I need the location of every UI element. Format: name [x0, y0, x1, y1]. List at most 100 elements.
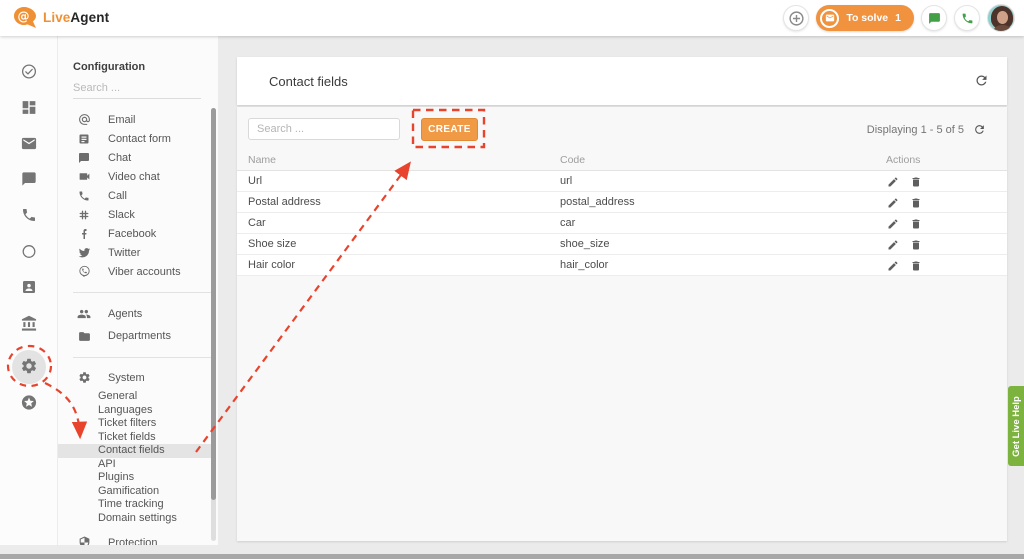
edit-icon[interactable]	[887, 239, 899, 251]
settings-gear-icon[interactable]	[20, 357, 38, 375]
sidebar-item-email[interactable]: Email	[58, 110, 218, 129]
page-header-card: Contact fields	[237, 57, 1007, 105]
refresh-icon[interactable]	[973, 123, 986, 136]
cell-name: Car	[248, 213, 266, 234]
dashboard-icon[interactable]	[20, 99, 37, 116]
ring-icon[interactable]	[20, 243, 37, 260]
sidebar-item-protection[interactable]: Protection	[58, 533, 218, 545]
folder-icon	[77, 330, 91, 343]
table-body: Url url Postal address postal_address Ca…	[237, 171, 1007, 276]
displaying-status: Displaying 1 - 5 of 5	[867, 123, 986, 136]
sidebar-item-facebook[interactable]: Facebook	[58, 224, 218, 243]
page-title: Contact fields	[269, 57, 348, 105]
sidebar-item-contact-fields[interactable]: Contact fields	[58, 444, 213, 458]
mail-icon[interactable]	[20, 135, 37, 152]
sidebar-divider	[73, 292, 212, 293]
sidebar-item-contact-form[interactable]: Contact form	[58, 129, 218, 148]
displaying-text: Displaying 1 - 5 of 5	[867, 124, 964, 136]
viber-icon	[77, 265, 91, 278]
sidebar-item-system[interactable]: System	[58, 368, 218, 387]
sidebar-item-agents[interactable]: Agents	[58, 303, 218, 325]
to-solve-count: 1	[895, 12, 901, 24]
sidebar-search-input[interactable]	[73, 80, 201, 99]
edit-icon[interactable]	[887, 197, 899, 209]
system-submenu: General Languages Ticket filters Ticket …	[58, 390, 218, 525]
twitter-icon	[77, 246, 91, 259]
cell-name: Hair color	[248, 255, 295, 276]
delete-icon[interactable]	[910, 239, 922, 251]
user-avatar[interactable]	[987, 4, 1015, 32]
to-solve-label: To solve	[846, 12, 888, 24]
check-circle-icon[interactable]	[20, 63, 37, 80]
sidebar-title: Configuration	[73, 61, 145, 73]
chat-button[interactable]	[921, 5, 947, 31]
chat-bubble-icon	[77, 152, 91, 164]
sidebar-item-label: Video chat	[108, 171, 160, 183]
add-button[interactable]	[783, 5, 809, 31]
sidebar-item-label: Twitter	[108, 247, 140, 259]
sidebar-item-label: Call	[108, 190, 127, 202]
liveagent-app: @ LiveAgent To solve 1	[0, 0, 1024, 559]
create-button[interactable]: CREATE	[421, 118, 478, 141]
sidebar-item-label: Email	[108, 114, 136, 126]
delete-icon[interactable]	[910, 218, 922, 230]
delete-icon[interactable]	[910, 176, 922, 188]
sidebar-item-call[interactable]: Call	[58, 186, 218, 205]
table-search-input[interactable]	[248, 118, 400, 140]
shield-icon	[77, 536, 91, 545]
cell-name: Url	[248, 171, 262, 192]
sidebar-item-label: Facebook	[108, 228, 156, 240]
sidebar-item-general[interactable]: General	[58, 390, 218, 404]
to-solve-button[interactable]: To solve 1	[816, 5, 914, 31]
table-row: Hair color hair_color	[237, 255, 1007, 276]
delete-icon[interactable]	[910, 197, 922, 209]
sidebar-item-chat[interactable]: Chat	[58, 148, 218, 167]
sidebar-item-api[interactable]: API	[58, 458, 218, 472]
sidebar-item-gamification[interactable]: Gamification	[58, 485, 218, 499]
chat-bubble-icon[interactable]	[21, 171, 37, 187]
sidebar-item-plugins[interactable]: Plugins	[58, 471, 218, 485]
bank-icon[interactable]	[20, 315, 37, 332]
sidebar-item-twitter[interactable]: Twitter	[58, 243, 218, 262]
slack-icon	[77, 209, 91, 221]
phone-button[interactable]	[954, 5, 980, 31]
agents-icon	[77, 307, 91, 321]
liveagent-logo[interactable]: @ LiveAgent	[13, 6, 109, 29]
cell-code: hair_color	[560, 255, 608, 276]
gear-icon	[77, 371, 91, 384]
cell-name: Shoe size	[248, 234, 296, 255]
configuration-sidebar: Configuration Email Contact form Chat Vi…	[57, 36, 218, 545]
delete-icon[interactable]	[910, 260, 922, 272]
edit-icon[interactable]	[887, 176, 899, 188]
phone-icon	[77, 190, 91, 202]
sidebar-item-viber[interactable]: Viber accounts	[58, 262, 218, 281]
edit-icon[interactable]	[887, 260, 899, 272]
phone-rail-icon[interactable]	[21, 207, 37, 223]
table-header: Name Code Actions	[237, 150, 1007, 171]
contact-card-icon[interactable]	[21, 279, 37, 295]
sidebar-item-label: Chat	[108, 152, 131, 164]
refresh-icon[interactable]	[974, 73, 989, 88]
avatar-body	[994, 25, 1011, 32]
sidebar-item-ticket-fields[interactable]: Ticket fields	[58, 431, 218, 445]
sidebar-item-label: Viber accounts	[108, 266, 181, 278]
logo-text: LiveAgent	[43, 10, 109, 25]
get-live-help-tab[interactable]: Get Live Help	[1008, 386, 1024, 466]
column-header-name: Name	[248, 150, 276, 171]
sidebar-item-ticket-filters[interactable]: Ticket filters	[58, 417, 218, 431]
edit-icon[interactable]	[887, 218, 899, 230]
sidebar-item-time-tracking[interactable]: Time tracking	[58, 498, 218, 512]
sidebar-scrollbar-thumb[interactable]	[211, 108, 216, 500]
sidebar-item-slack[interactable]: Slack	[58, 205, 218, 224]
phone-icon	[961, 12, 974, 25]
sidebar-item-domain-settings[interactable]: Domain settings	[58, 512, 218, 526]
star-circle-icon[interactable]	[20, 394, 37, 411]
cell-code: url	[560, 171, 572, 192]
contact-form-icon	[77, 133, 91, 145]
sidebar-item-departments[interactable]: Departments	[58, 325, 218, 347]
cell-code: shoe_size	[560, 234, 610, 255]
cell-code: postal_address	[560, 192, 635, 213]
sidebar-item-languages[interactable]: Languages	[58, 404, 218, 418]
add-circle-icon	[788, 10, 805, 27]
sidebar-item-video-chat[interactable]: Video chat	[58, 167, 218, 186]
